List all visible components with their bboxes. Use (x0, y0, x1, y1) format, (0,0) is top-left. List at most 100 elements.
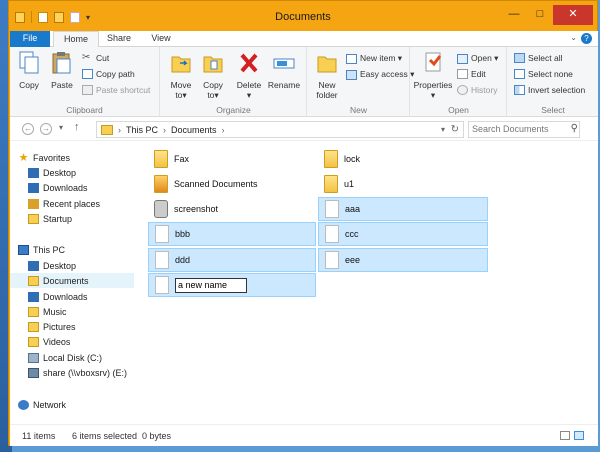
invert-selection-label: Invert selection (528, 85, 586, 95)
nav-item-pictures[interactable]: Pictures (28, 319, 134, 334)
file-name: screenshot (174, 204, 219, 214)
nav-item-desktop-pc[interactable]: Desktop (28, 258, 134, 273)
expand-ribbon-chevron-icon[interactable]: ⌄ (570, 33, 577, 44)
star-icon: ★ (18, 152, 29, 164)
move-to-button[interactable]: Move to▾ (167, 51, 195, 100)
nav-favorites[interactable]: ★ Favorites (18, 150, 134, 165)
folder-icon (28, 213, 39, 224)
details-view-icon[interactable] (560, 431, 570, 440)
select-none-button[interactable]: Select none (514, 69, 573, 79)
breadcrumb-this-pc[interactable]: This PC (126, 125, 158, 135)
copy-path-label: Copy path (96, 69, 135, 79)
easy-access-button[interactable]: Easy access ▾ (346, 69, 414, 80)
tab-home[interactable]: Home (53, 31, 99, 48)
nav-this-pc[interactable]: This PC (18, 242, 134, 257)
address-box[interactable]: › This PC › Documents › ▾ ↻ (96, 121, 464, 138)
folder-icon (154, 175, 168, 193)
new-item-button[interactable]: New item ▾ (346, 53, 402, 64)
copy-path-button[interactable]: Copy path (82, 69, 135, 79)
file-name: eee (345, 255, 361, 265)
file-item-aaa[interactable]: aaa (318, 197, 488, 221)
scissors-icon: ✂ (82, 52, 91, 63)
breadcrumb-documents[interactable]: Documents (171, 125, 217, 135)
file-item-scanned-documents[interactable]: Scanned Documents (148, 172, 316, 196)
nav-item-downloads[interactable]: Downloads (28, 180, 134, 195)
copy-icon (19, 51, 39, 74)
new-folder-sub: folder (316, 90, 338, 100)
properties-icon (425, 52, 442, 72)
copy-label: Copy (19, 80, 39, 90)
tab-share[interactable]: Share (99, 31, 139, 47)
file-item-lock[interactable]: lock (318, 147, 486, 171)
open-icon (457, 53, 468, 64)
copy-button[interactable]: Copy (16, 51, 42, 90)
rename-button[interactable]: Rename (267, 51, 301, 90)
move-to-sub: to▾ (175, 90, 187, 100)
edit-label: Edit (471, 69, 486, 79)
tab-file[interactable]: File (10, 31, 50, 47)
nav-item-label: share (\\vboxsrv) (E:) (43, 367, 128, 378)
file-name: aaa (345, 204, 361, 214)
file-item-ddd[interactable]: ddd (148, 248, 316, 272)
cut-button[interactable]: ✂ Cut (82, 52, 109, 64)
rename-input[interactable] (175, 277, 247, 293)
rename-icon (273, 58, 295, 69)
close-button[interactable]: ✕ (553, 5, 593, 25)
nav-item-recent-places[interactable]: Recent places (28, 196, 134, 211)
file-name: lock (344, 154, 361, 164)
open-button[interactable]: Open ▾ (457, 53, 498, 64)
file-item-bbb[interactable]: bbb (148, 222, 316, 246)
nav-item-desktop[interactable]: Desktop (28, 165, 134, 180)
new-folder-button[interactable]: New folder (312, 51, 342, 100)
properties-button[interactable]: Properties ▾ (413, 51, 453, 100)
recent-locations-chevron-icon[interactable]: ▾ (59, 123, 63, 132)
up-arrow-icon[interactable]: ↑ (74, 121, 80, 133)
nav-item-downloads-pc[interactable]: Downloads (28, 289, 134, 304)
large-icons-view-icon[interactable] (574, 431, 584, 440)
copy-to-icon (203, 56, 223, 73)
file-icon (325, 225, 339, 243)
file-item-u1[interactable]: u1 (318, 172, 486, 196)
nav-item-label: Recent places (43, 198, 101, 209)
history-icon (457, 85, 468, 95)
desktop-icon (28, 167, 39, 178)
delete-button[interactable]: Delete ▾ (235, 51, 263, 100)
file-item-renaming[interactable] (148, 273, 316, 297)
file-item-eee[interactable]: eee (318, 248, 488, 272)
select-all-button[interactable]: Select all (514, 53, 563, 63)
file-item-screenshot[interactable]: screenshot (148, 197, 316, 221)
minimize-button[interactable]: — (501, 5, 527, 25)
select-none-icon (514, 69, 525, 79)
maximize-button[interactable]: □ (527, 5, 553, 25)
file-item-ccc[interactable]: ccc (318, 222, 488, 246)
search-input[interactable]: Search Documents (468, 121, 580, 138)
paste-button[interactable]: Paste (48, 51, 76, 90)
desktop-icon (28, 260, 39, 271)
ribbon: Copy Paste ✂ Cut Copy path Paste shortcu… (10, 47, 598, 117)
copy-to-button[interactable]: Copy to▾ (199, 51, 227, 100)
nav-network[interactable]: Network (18, 397, 134, 412)
nav-item-startup[interactable]: Startup (28, 211, 134, 226)
network-icon (18, 399, 29, 410)
tab-view[interactable]: View (141, 31, 181, 47)
file-item-fax[interactable]: Fax (148, 147, 316, 171)
nav-item-music[interactable]: Music (28, 304, 134, 319)
file-name: ddd (175, 255, 191, 265)
paste-shortcut-label: Paste shortcut (96, 85, 151, 95)
refresh-icon[interactable]: ↻ (451, 124, 459, 135)
back-arrow-icon[interactable]: ← (22, 123, 34, 135)
address-history-chevron-icon[interactable]: ▾ (441, 125, 445, 134)
paste-shortcut-button[interactable]: Paste shortcut (82, 85, 150, 95)
edit-button[interactable]: Edit (457, 69, 486, 79)
forward-arrow-icon[interactable]: → (40, 123, 52, 135)
help-icon[interactable]: ? (581, 33, 592, 44)
nav-item-network-share[interactable]: share (\\vboxsrv) (E:) (28, 365, 134, 380)
nav-item-documents[interactable]: Documents (10, 273, 134, 288)
history-label: History (471, 85, 498, 95)
nav-item-videos[interactable]: Videos (28, 334, 134, 349)
nav-item-local-disk[interactable]: Local Disk (C:) (28, 350, 134, 365)
invert-selection-button[interactable]: Invert selection (514, 85, 585, 95)
search-icon[interactable]: ⚲ (571, 123, 578, 134)
nav-item-label: Music (43, 306, 67, 317)
history-button[interactable]: History (457, 85, 497, 95)
